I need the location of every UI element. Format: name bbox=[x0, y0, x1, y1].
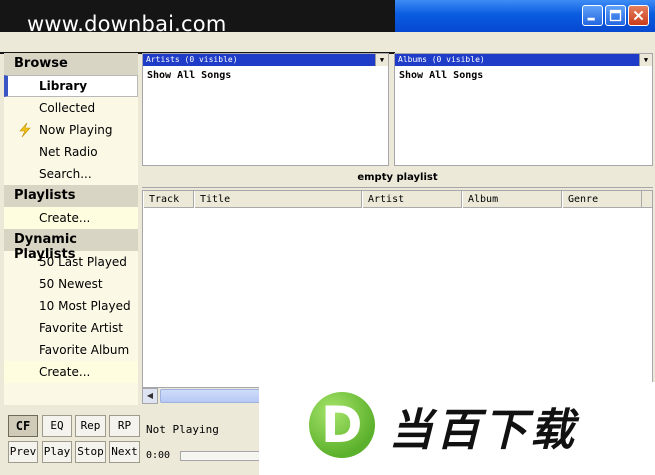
window-controls bbox=[582, 5, 649, 26]
playlist-table[interactable]: Track Title Artist Album Genre bbox=[142, 190, 653, 388]
section-header-dynamic-playlists: Dynamic Playlists bbox=[4, 229, 138, 262]
albums-pane-header[interactable]: Albums (0 visible) ▼ bbox=[395, 54, 652, 66]
play-button[interactable]: Play bbox=[42, 441, 72, 463]
sidebar-item-create-playlist[interactable]: Create... bbox=[4, 207, 138, 229]
column-header-title[interactable]: Title bbox=[194, 191, 362, 208]
playlist-title: empty playlist bbox=[142, 168, 653, 188]
section-header-browse: Browse bbox=[4, 53, 138, 75]
section-header-playlists: Playlists bbox=[4, 185, 138, 207]
prev-button[interactable]: Prev bbox=[8, 441, 38, 463]
albums-pane[interactable]: Albums (0 visible) ▼ Show All Songs bbox=[394, 53, 653, 166]
column-header-genre[interactable]: Genre bbox=[562, 191, 642, 208]
sidebar-item-label: Collected bbox=[39, 101, 96, 115]
random-play-button[interactable]: RP bbox=[109, 415, 140, 437]
sidebar-item-create-dynamic[interactable]: Create... bbox=[4, 361, 138, 383]
sidebar-item-label: Net Radio bbox=[39, 145, 98, 159]
sidebar-item-label: Now Playing bbox=[39, 123, 113, 137]
column-header-artist[interactable]: Artist bbox=[362, 191, 462, 208]
column-header-track[interactable]: Track bbox=[143, 191, 194, 208]
playlist-column-headers: Track Title Artist Album Genre bbox=[143, 191, 652, 208]
menu-bar bbox=[0, 32, 655, 52]
maximize-icon bbox=[609, 9, 622, 22]
sidebar-item-library[interactable]: Library bbox=[4, 75, 138, 97]
sidebar-item-10-most-played[interactable]: 10 Most Played bbox=[4, 295, 138, 317]
lightning-icon bbox=[19, 122, 31, 138]
minimize-button[interactable] bbox=[582, 5, 603, 26]
sidebar-item-label: Search... bbox=[39, 167, 92, 181]
playback-status: Not Playing bbox=[146, 423, 219, 436]
minimize-icon bbox=[587, 17, 595, 21]
elapsed-time: 0:00 bbox=[146, 450, 171, 461]
sidebar-item-search[interactable]: Search... bbox=[4, 163, 138, 185]
sidebar-item-label: Favorite Artist bbox=[39, 321, 123, 335]
column-header-album[interactable]: Album bbox=[462, 191, 562, 208]
stop-button[interactable]: Stop bbox=[75, 441, 106, 463]
albums-pane-header-label: Albums (0 visible) bbox=[398, 55, 485, 64]
artists-pane-header[interactable]: Artists (0 visible) ▼ bbox=[143, 54, 388, 66]
logo-letter: D bbox=[321, 396, 363, 454]
sidebar-item-label: 50 Newest bbox=[39, 277, 103, 291]
sidebar-item-50-last-played[interactable]: 50 Last Played bbox=[4, 251, 138, 273]
sidebar-item-50-newest[interactable]: 50 Newest bbox=[4, 273, 138, 295]
scrollbar-thumb[interactable] bbox=[160, 389, 262, 403]
chevron-down-icon[interactable]: ▼ bbox=[639, 54, 652, 66]
sidebar-item-label: Library bbox=[39, 79, 88, 93]
artists-pane-header-label: Artists (0 visible) bbox=[146, 55, 238, 64]
sidebar-item-favorite-artist[interactable]: Favorite Artist bbox=[4, 317, 138, 339]
sidebar-item-label: Create... bbox=[39, 211, 91, 225]
sidebar-item-label: 10 Most Played bbox=[39, 299, 131, 313]
artists-show-all-row[interactable]: Show All Songs bbox=[143, 66, 388, 81]
seek-bar[interactable] bbox=[180, 451, 260, 461]
scroll-left-icon[interactable]: ◀ bbox=[142, 388, 158, 404]
sidebar-item-label: 50 Last Played bbox=[39, 255, 127, 269]
close-icon bbox=[633, 10, 644, 21]
repeat-button[interactable]: Rep bbox=[75, 415, 106, 437]
sidebar-item-now-playing[interactable]: Now Playing bbox=[4, 119, 138, 141]
logo-text: 当百下载 bbox=[389, 405, 577, 456]
horizontal-scrollbar[interactable]: ◀ bbox=[142, 388, 262, 404]
sidebar-item-net-radio[interactable]: Net Radio bbox=[4, 141, 138, 163]
logo-circle-icon: D bbox=[309, 392, 375, 458]
chevron-down-icon[interactable]: ▼ bbox=[375, 54, 388, 66]
next-button[interactable]: Next bbox=[109, 441, 140, 463]
sidebar-item-collected[interactable]: Collected bbox=[4, 97, 138, 119]
maximize-button[interactable] bbox=[605, 5, 626, 26]
equalizer-button[interactable]: EQ bbox=[42, 415, 72, 437]
sidebar: Browse Library Collected Now Playing Net… bbox=[4, 53, 138, 405]
sidebar-item-label: Favorite Album bbox=[39, 343, 130, 357]
artists-pane[interactable]: Artists (0 visible) ▼ Show All Songs bbox=[142, 53, 389, 166]
crossfade-button[interactable]: CF bbox=[8, 415, 38, 437]
close-button[interactable] bbox=[628, 5, 649, 26]
watermark-logo: D 当百下载 bbox=[259, 382, 655, 475]
sidebar-item-favorite-album[interactable]: Favorite Album bbox=[4, 339, 138, 361]
albums-show-all-row[interactable]: Show All Songs bbox=[395, 66, 652, 81]
sidebar-item-label: Create... bbox=[39, 365, 91, 379]
